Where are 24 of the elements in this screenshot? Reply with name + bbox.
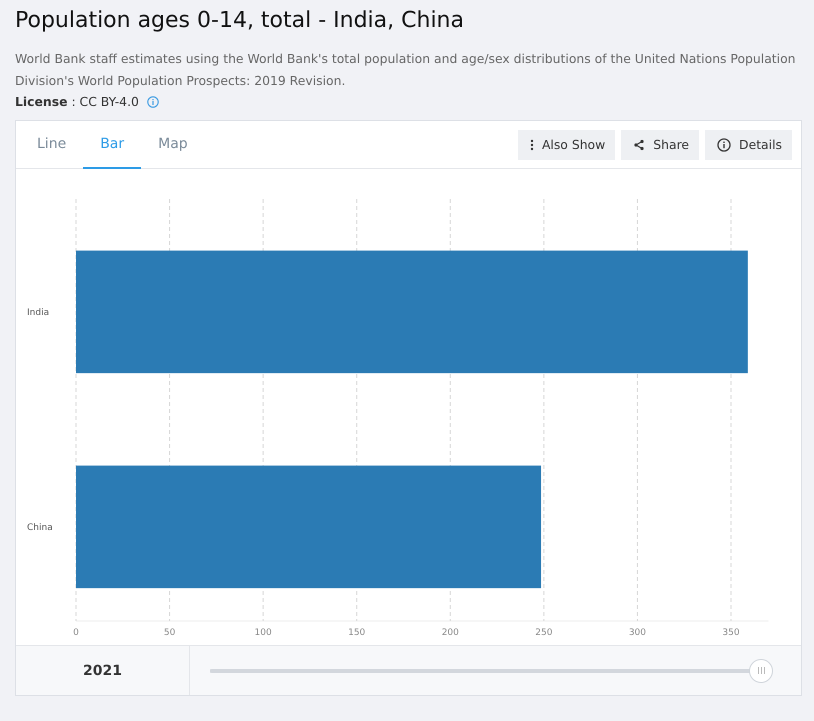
tick-label: 0 [73, 628, 79, 638]
slider-handle[interactable] [749, 658, 773, 682]
more-icon [530, 138, 534, 150]
tick-label: 50 [164, 628, 176, 638]
action-button[interactable]: Share [621, 130, 700, 160]
license-text: License : CC BY-4.0 [15, 94, 139, 109]
action-button[interactable]: Details [705, 130, 792, 160]
category-label: India [27, 308, 50, 318]
chart-tab[interactable]: Line [20, 121, 84, 169]
tick-label: 200 [442, 628, 459, 638]
page-title: Population ages 0-14, total - India, China [15, 7, 465, 35]
year-label: 2021 [16, 646, 190, 695]
description: World Bank staff estimates using the World Bank's total population and age/sex distributions of the United Nations Population Division's World Population Prospects: 2019 Revision. [15, 50, 797, 90]
category-label: China [27, 522, 53, 533]
tick-label: 300 [628, 628, 646, 638]
share-icon [633, 138, 646, 150]
tick-label: 350 [722, 628, 740, 638]
info-icon[interactable] [146, 96, 159, 108]
action-button[interactable]: Also Show [518, 130, 616, 160]
tick-label: 100 [254, 628, 272, 638]
chart-tab[interactable]: Map [141, 121, 205, 169]
tick-label: 150 [348, 628, 366, 638]
tick-label: 250 [535, 628, 552, 638]
info-icon [717, 138, 732, 152]
